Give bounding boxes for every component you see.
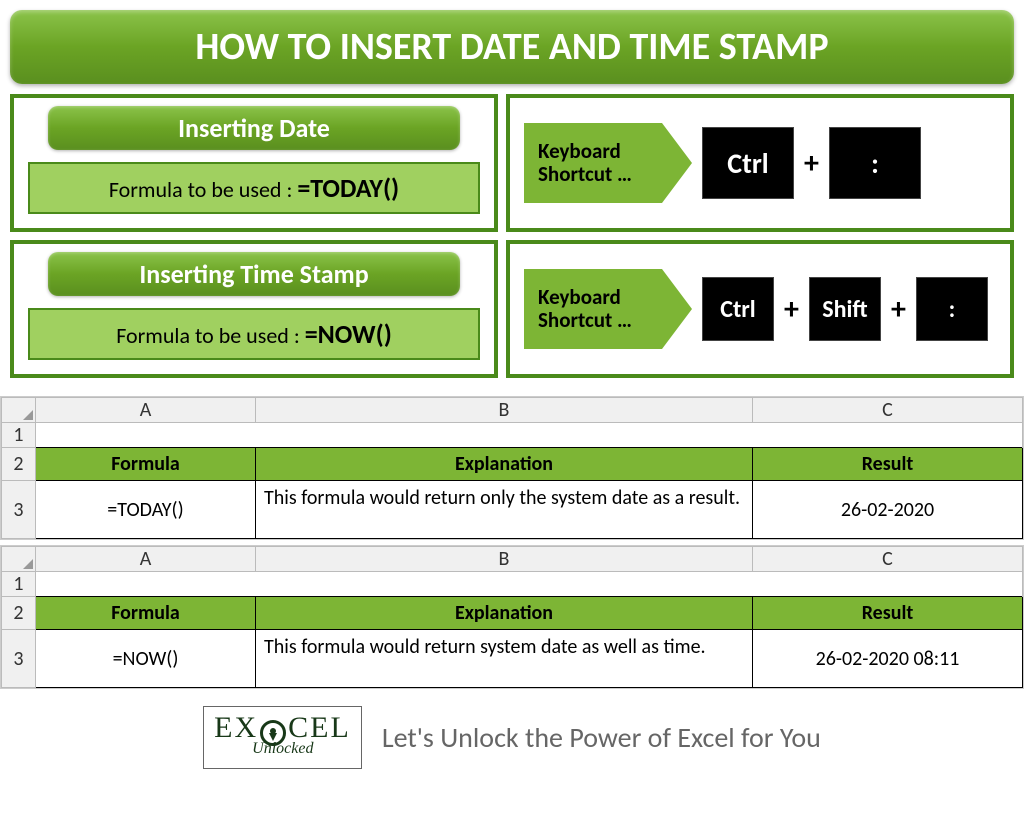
select-all-corner[interactable] bbox=[2, 398, 36, 423]
panel-date-shortcut: Keyboard Shortcut … Ctrl + : bbox=[506, 94, 1014, 232]
cell-explanation[interactable]: This formula would return system date as… bbox=[256, 630, 753, 688]
logo-subtext: Unlocked bbox=[252, 740, 351, 758]
header-formula[interactable]: Formula bbox=[36, 597, 256, 630]
logo-excel-unlocked: EX CEL Unlocked bbox=[203, 706, 362, 769]
shortcut-keys-time: Ctrl + Shift + : bbox=[702, 277, 988, 341]
shortcut-label-line2: Shortcut … bbox=[538, 309, 632, 332]
cell-formula[interactable]: =TODAY() bbox=[36, 481, 256, 539]
header-explanation[interactable]: Explanation bbox=[256, 448, 753, 481]
key-colon: : bbox=[916, 277, 988, 341]
shortcut-label: Keyboard Shortcut … bbox=[524, 269, 662, 349]
formula-label: Formula to be used : bbox=[116, 322, 304, 349]
key-shift: Shift bbox=[809, 277, 881, 341]
column-header-a[interactable]: A bbox=[36, 398, 256, 423]
example-sheet-today: A B C 1 2 Formula Explanation Result 3 =… bbox=[0, 396, 1024, 540]
column-header-c[interactable]: C bbox=[753, 398, 1023, 423]
row-header-2[interactable]: 2 bbox=[2, 597, 36, 630]
key-colon: : bbox=[829, 127, 921, 199]
row-header-1[interactable]: 1 bbox=[2, 423, 36, 448]
page-title: HOW TO INSERT DATE AND TIME STAMP bbox=[10, 10, 1014, 84]
section-inserting-timestamp: Inserting Time Stamp Formula to be used … bbox=[10, 240, 1014, 378]
column-header-a[interactable]: A bbox=[36, 547, 256, 572]
row-header-3[interactable]: 3 bbox=[2, 630, 36, 688]
panel-time-formula: Inserting Time Stamp Formula to be used … bbox=[10, 240, 498, 378]
shortcut-label: Keyboard Shortcut … bbox=[524, 123, 662, 203]
header-result[interactable]: Result bbox=[753, 597, 1023, 630]
formula-box-today: Formula to be used : =TODAY() bbox=[28, 162, 480, 214]
section-inserting-date: Inserting Date Formula to be used : =TOD… bbox=[10, 94, 1014, 232]
shortcut-label-line2: Shortcut … bbox=[538, 163, 632, 186]
footer: EX CEL Unlocked Let's Unlock the Power of… bbox=[0, 694, 1024, 775]
logo-text-x: X bbox=[234, 711, 258, 744]
header-formula[interactable]: Formula bbox=[36, 448, 256, 481]
formula-label: Formula to be used : bbox=[109, 176, 297, 203]
plus-icon: + bbox=[804, 145, 819, 182]
empty-row[interactable] bbox=[36, 423, 1023, 448]
cell-result[interactable]: 26-02-2020 bbox=[753, 481, 1023, 539]
shortcut-keys-date: Ctrl + : bbox=[702, 127, 921, 199]
heading-inserting-date: Inserting Date bbox=[48, 106, 460, 150]
logo-text-e: E bbox=[214, 711, 234, 744]
formula-now: =NOW() bbox=[305, 318, 392, 350]
column-header-b[interactable]: B bbox=[256, 547, 753, 572]
key-ctrl: Ctrl bbox=[702, 127, 794, 199]
header-explanation[interactable]: Explanation bbox=[256, 597, 753, 630]
row-header-1[interactable]: 1 bbox=[2, 572, 36, 597]
cell-result[interactable]: 26-02-2020 08:11 bbox=[753, 630, 1023, 688]
panel-date-formula: Inserting Date Formula to be used : =TOD… bbox=[10, 94, 498, 232]
tagline: Let's Unlock the Power of Excel for You bbox=[382, 720, 821, 755]
shortcut-label-line1: Keyboard bbox=[538, 140, 632, 163]
formula-today: =TODAY() bbox=[297, 172, 399, 204]
shortcut-label-line1: Keyboard bbox=[538, 286, 632, 309]
heading-inserting-timestamp: Inserting Time Stamp bbox=[48, 252, 460, 296]
plus-icon: + bbox=[784, 291, 799, 328]
key-ctrl: Ctrl bbox=[702, 277, 774, 341]
cell-formula[interactable]: =NOW() bbox=[36, 630, 256, 688]
row-header-2[interactable]: 2 bbox=[2, 448, 36, 481]
plus-icon: + bbox=[891, 291, 906, 328]
column-header-c[interactable]: C bbox=[753, 547, 1023, 572]
header-result[interactable]: Result bbox=[753, 448, 1023, 481]
logo-text-cel: CEL bbox=[288, 711, 351, 744]
formula-box-now: Formula to be used : =NOW() bbox=[28, 308, 480, 360]
example-sheet-now: A B C 1 2 Formula Explanation Result 3 =… bbox=[0, 545, 1024, 689]
empty-row[interactable] bbox=[36, 572, 1023, 597]
panel-time-shortcut: Keyboard Shortcut … Ctrl + Shift + : bbox=[506, 240, 1014, 378]
column-header-b[interactable]: B bbox=[256, 398, 753, 423]
select-all-corner[interactable] bbox=[2, 547, 36, 572]
cell-explanation[interactable]: This formula would return only the syste… bbox=[256, 481, 753, 539]
row-header-3[interactable]: 3 bbox=[2, 481, 36, 539]
